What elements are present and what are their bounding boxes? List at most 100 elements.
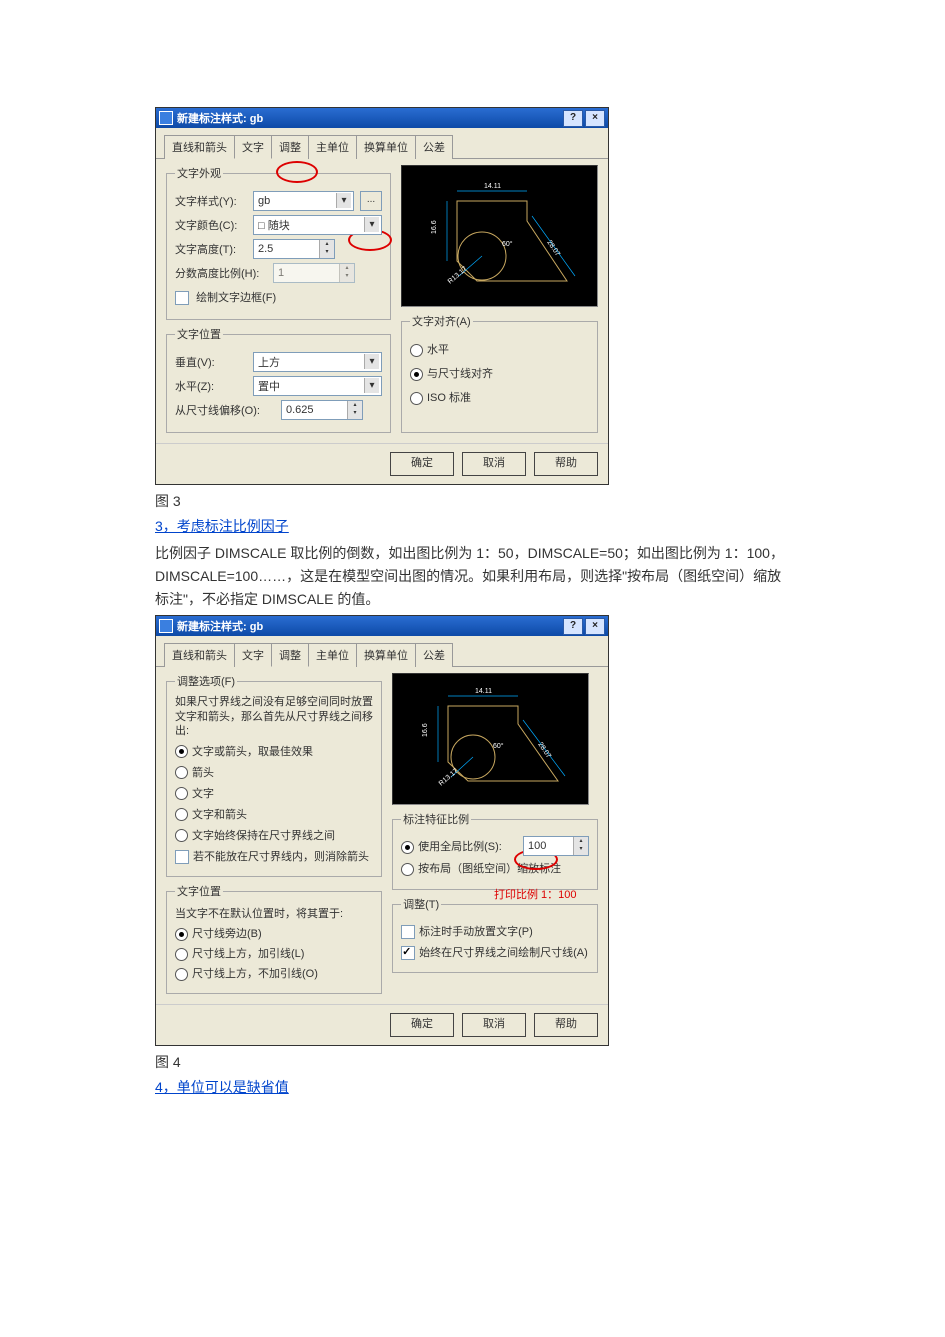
- tab-primary-units[interactable]: 主单位: [308, 643, 357, 667]
- legend-fit: 调整选项(F): [175, 673, 237, 689]
- chk-suppress-arrows[interactable]: 若不能放在尺寸界线内，则消除箭头: [175, 848, 369, 864]
- checkbox-icon: [401, 946, 415, 960]
- svg-text:28.07: 28.07: [545, 239, 561, 258]
- tab-primary-units[interactable]: 主单位: [308, 135, 357, 159]
- tab-bar: 直线和箭头 文字 调整 主单位 换算单位 公差: [156, 128, 608, 159]
- rad-fit-both[interactable]: 文字和箭头: [175, 806, 247, 822]
- tab-alternate-units[interactable]: 换算单位: [356, 135, 416, 159]
- chk-suppress-label: 若不能放在尺寸界线内，则消除箭头: [193, 851, 369, 863]
- rad-align-iso-label: ISO 标准: [427, 392, 471, 404]
- svg-text:R13.17: R13.17: [447, 266, 469, 286]
- rad-align-horizontal[interactable]: 水平: [410, 341, 449, 357]
- chk-manual-place[interactable]: 标注时手动放置文字(P): [401, 923, 533, 939]
- titlebar: 新建标注样式: gb ? ×: [156, 616, 608, 636]
- lbl-offset: 从尺寸线偏移(O):: [175, 402, 275, 418]
- tab-text[interactable]: 文字: [234, 643, 272, 667]
- app-icon: [159, 619, 173, 633]
- tab-lines-arrows[interactable]: 直线和箭头: [164, 643, 235, 667]
- combo-text-style[interactable]: gb: [253, 191, 354, 211]
- tab-tolerance[interactable]: 公差: [415, 643, 453, 667]
- rad-fit-text-label: 文字: [192, 788, 214, 800]
- rad-fit-text[interactable]: 文字: [175, 785, 214, 801]
- chk-always-draw-dimline[interactable]: 始终在尺寸界线之间绘制尺寸线(A): [401, 944, 588, 960]
- rad-align-horizontal-label: 水平: [427, 344, 449, 356]
- button-bar: 确定 取消 帮助: [156, 1004, 608, 1045]
- rad-align-with-dimline[interactable]: 与尺寸线对齐: [410, 365, 493, 381]
- lbl-text-color: 文字颜色(C):: [175, 217, 247, 233]
- titlebar: 新建标注样式: gb ? ×: [156, 108, 608, 128]
- radio-icon: [175, 948, 188, 961]
- svg-text:14.11: 14.11: [484, 183, 501, 190]
- lbl-text-style: 文字样式(Y):: [175, 193, 247, 209]
- rad-align-iso[interactable]: ISO 标准: [410, 389, 471, 405]
- help-button[interactable]: ?: [563, 618, 583, 635]
- rad-fit-best[interactable]: 文字或箭头，取最佳效果: [175, 743, 313, 759]
- lbl-vertical: 垂直(V):: [175, 354, 247, 370]
- ok-button[interactable]: 确定: [390, 452, 454, 476]
- radio-icon: [410, 392, 423, 405]
- svg-text:14.11: 14.11: [475, 688, 492, 695]
- figure-caption-3: 图 3: [155, 491, 790, 511]
- combo-horizontal-value: 置中: [258, 378, 280, 394]
- heading-4: 4，单位可以是缺省值: [155, 1079, 289, 1095]
- legend-scale: 标注特征比例: [401, 811, 471, 827]
- rad-fit-arrows[interactable]: 箭头: [175, 764, 214, 780]
- cancel-button[interactable]: 取消: [462, 452, 526, 476]
- radio-icon: [410, 368, 423, 381]
- chk-draw-frame-label: 绘制文字边框(F): [196, 292, 276, 304]
- preview-pane: 14.11 16.6 28.07 R13.17 60°: [392, 673, 589, 805]
- spin-global-scale[interactable]: 100: [523, 836, 589, 856]
- spin-text-height[interactable]: 2.5: [253, 239, 335, 259]
- lbl-horizontal: 水平(Z):: [175, 378, 247, 394]
- tab-fit[interactable]: 调整: [271, 643, 309, 667]
- combo-text-color[interactable]: □ 随块: [253, 215, 382, 235]
- tab-fit[interactable]: 调整: [271, 135, 309, 159]
- help-button[interactable]: ?: [563, 110, 583, 127]
- group-text-align: 文字对齐(A) 水平 与尺寸线对齐 ISO 标准: [401, 313, 598, 433]
- group-fit-options: 调整选项(F) 如果尺寸界线之间没有足够空间同时放置文字和箭头，那么首先从尺寸界…: [166, 673, 382, 877]
- tab-tolerance[interactable]: 公差: [415, 135, 453, 159]
- rad-fit-keep-inside[interactable]: 文字始终保持在尺寸界线之间: [175, 827, 335, 843]
- rad-above-with-leader[interactable]: 尺寸线上方，加引线(L): [175, 945, 304, 961]
- tab-alternate-units[interactable]: 换算单位: [356, 643, 416, 667]
- radio-icon: [175, 745, 188, 758]
- legend-textpos: 文字位置: [175, 883, 223, 899]
- ok-button[interactable]: 确定: [390, 1013, 454, 1037]
- rad-layout-label: 按布局（图纸空间）缩放标注: [418, 863, 561, 875]
- close-button[interactable]: ×: [585, 110, 605, 127]
- app-icon: [159, 111, 173, 125]
- rad-beside-dimline[interactable]: 尺寸线旁边(B): [175, 925, 262, 941]
- group-dim-scale: 标注特征比例 使用全局比例(S): 100 按布局（图纸空间）缩放标注: [392, 811, 598, 890]
- rad-scale-by-layout[interactable]: 按布局（图纸空间）缩放标注: [401, 860, 561, 876]
- chk-draw-frame[interactable]: 绘制文字边框(F): [175, 289, 276, 305]
- tab-lines-arrows[interactable]: 直线和箭头: [164, 135, 235, 159]
- combo-text-style-value: gb: [258, 195, 270, 207]
- help-button-bottom[interactable]: 帮助: [534, 1013, 598, 1037]
- dialog-title: 新建标注样式: gb: [177, 618, 561, 634]
- svg-text:28.07: 28.07: [536, 742, 552, 761]
- dialog-title: 新建标注样式: gb: [177, 110, 561, 126]
- tab-text[interactable]: 文字: [234, 135, 272, 159]
- combo-horizontal[interactable]: 置中: [253, 376, 382, 396]
- close-button[interactable]: ×: [585, 618, 605, 635]
- btn-style-browse[interactable]: ...: [360, 191, 382, 211]
- cancel-button[interactable]: 取消: [462, 1013, 526, 1037]
- spin-offset[interactable]: 0.625: [281, 400, 363, 420]
- rad-global-scale[interactable]: 使用全局比例(S):: [401, 838, 502, 854]
- spin-fraction-height-value: 1: [278, 267, 284, 279]
- tab-bar: 直线和箭头 文字 调整 主单位 换算单位 公差: [156, 636, 608, 667]
- combo-vertical[interactable]: 上方: [253, 352, 382, 372]
- radio-icon: [175, 928, 188, 941]
- svg-text:R13.17: R13.17: [438, 768, 460, 788]
- spin-offset-value: 0.625: [286, 404, 314, 416]
- radio-icon: [401, 841, 414, 854]
- chk-always-draw-label: 始终在尺寸界线之间绘制尺寸线(A): [419, 947, 588, 959]
- rad-above-no-leader[interactable]: 尺寸线上方，不加引线(O): [175, 965, 318, 981]
- paragraph-dimscale: 比例因子 DIMSCALE 取比例的倒数，如出图比例为 1：50，DIMSCAL…: [155, 542, 790, 611]
- spin-fraction-height[interactable]: 1: [273, 263, 355, 283]
- combo-text-color-value: □ 随块: [258, 217, 290, 233]
- help-button-bottom[interactable]: 帮助: [534, 452, 598, 476]
- rad-above-leader-label: 尺寸线上方，加引线(L): [192, 948, 304, 960]
- group-text-position-fit: 文字位置 当文字不在默认位置时，将其置于: 尺寸线旁边(B) 尺寸线上方，加引线…: [166, 883, 382, 994]
- heading-3: 3，考虑标注比例因子: [155, 518, 289, 534]
